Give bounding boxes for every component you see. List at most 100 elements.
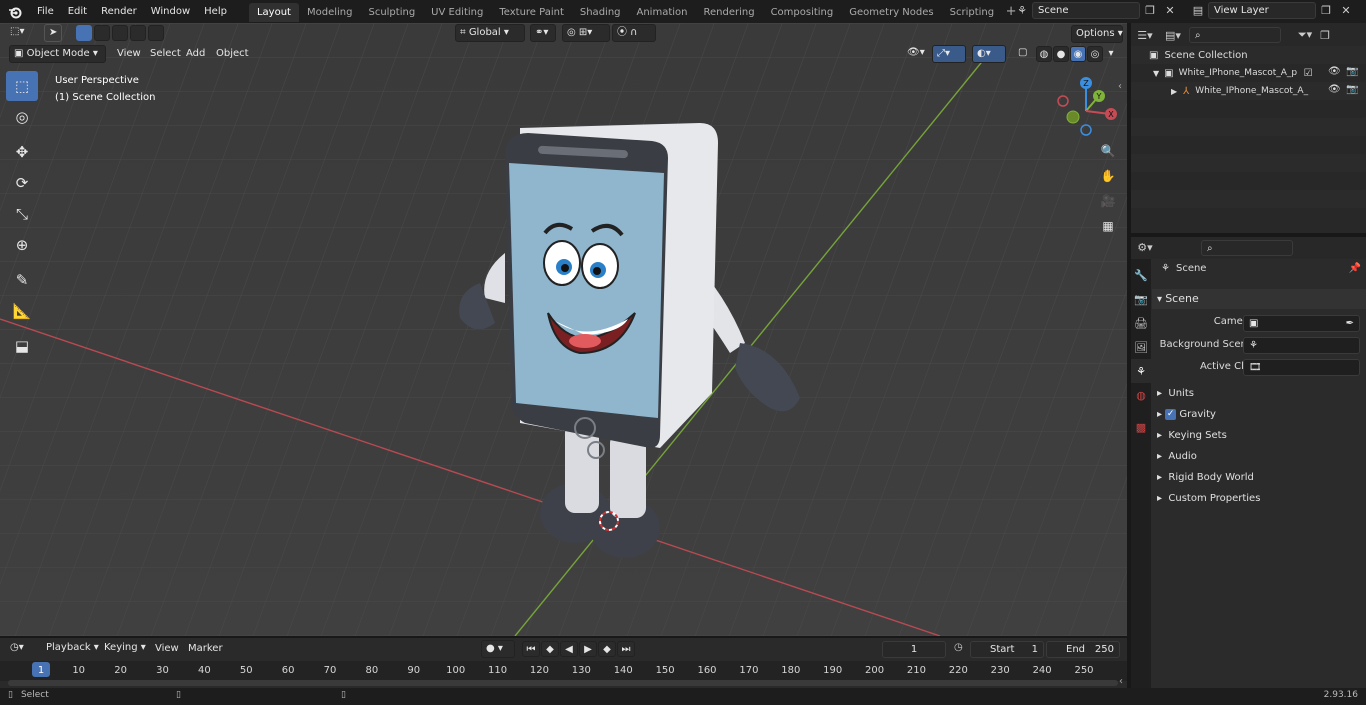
delete-scene-icon[interactable]: ✕ — [1160, 2, 1180, 19]
view-layer-tab-icon[interactable]: 🖼 — [1131, 335, 1151, 359]
new-view-layer-icon[interactable]: ❐ — [1316, 2, 1336, 19]
menu-window[interactable]: Window — [144, 0, 197, 23]
visibility-eye-icon[interactable]: 👁 — [1328, 66, 1341, 77]
viewport-menu-object[interactable]: Object — [211, 45, 254, 63]
next-keyframe-icon[interactable]: ◆ — [598, 641, 616, 657]
menu-edit[interactable]: Edit — [61, 0, 94, 23]
timeline-collapse-icon[interactable]: ‹ — [1119, 676, 1123, 687]
tab-rendering[interactable]: Rendering — [695, 3, 762, 22]
active-clip-field[interactable]: 🎞 — [1243, 359, 1360, 376]
transform-orientation-dropdown[interactable]: ⌗ Global ▾ — [455, 24, 525, 42]
scale-tool-icon[interactable]: ⤡ — [6, 199, 38, 229]
properties-editor-type-icon[interactable]: ⚙▾ — [1135, 239, 1155, 256]
expand-chevron-icon[interactable]: ▶ — [1171, 87, 1177, 96]
sidebar-toggle-icon[interactable]: ‹ — [1118, 81, 1122, 92]
timeline-editor-type-icon[interactable]: ◷▾ — [6, 640, 36, 658]
zoom-icon[interactable]: 🔍 — [1097, 140, 1119, 162]
tab-uv-editing[interactable]: UV Editing — [423, 3, 491, 22]
editor-type-icon[interactable]: ⬚▾ — [6, 24, 36, 42]
select-subtract-icon[interactable] — [112, 25, 128, 41]
display-mode-icon[interactable]: ▤▾ — [1163, 27, 1183, 44]
tab-compositing[interactable]: Compositing — [763, 3, 842, 22]
select-tool-icon[interactable]: ➤ — [44, 24, 62, 42]
tab-geometry-nodes[interactable]: Geometry Nodes — [841, 3, 941, 22]
delete-view-layer-icon[interactable]: ✕ — [1336, 2, 1356, 19]
filter-icon[interactable]: ⏷▾ — [1295, 27, 1315, 44]
object-mode-dropdown[interactable]: ▣ Object Mode ▾ — [9, 45, 106, 63]
new-scene-icon[interactable]: ❐ — [1140, 2, 1160, 19]
world-tab-icon[interactable]: ◍ — [1131, 383, 1151, 407]
rigid-body-world-panel[interactable]: ▸ Rigid Body World — [1157, 468, 1254, 488]
gizmo-toggle-icon[interactable]: ⤢▾ — [932, 45, 966, 63]
overlay-toggle-icon[interactable]: ◐▾ — [972, 45, 1006, 63]
select-intersect-icon[interactable] — [148, 25, 164, 41]
timeline-marker-menu[interactable]: Marker — [183, 640, 228, 658]
gravity-panel[interactable]: ▸ ✓ Gravity — [1157, 405, 1216, 425]
scene-name-field[interactable]: Scene — [1032, 2, 1140, 19]
exclude-checkbox[interactable]: ☑ — [1304, 68, 1313, 79]
xray-toggle-icon[interactable]: ▢ — [1014, 45, 1030, 63]
menu-help[interactable]: Help — [197, 0, 234, 23]
playback-menu[interactable]: Playback ▾ — [42, 640, 99, 658]
scene-browse-icon[interactable]: ⚘ — [1012, 2, 1032, 19]
viewport-menu-select[interactable]: Select — [145, 45, 186, 63]
rotate-tool-icon[interactable]: ⟳ — [6, 168, 38, 198]
pin-icon[interactable]: 📌 — [1349, 263, 1361, 274]
play-icon[interactable]: ▶ — [579, 641, 597, 657]
blender-logo-icon[interactable] — [0, 0, 30, 23]
units-panel[interactable]: ▸ Units — [1157, 384, 1194, 404]
outliner-editor-type-icon[interactable]: ☰▾ — [1135, 27, 1155, 44]
scene-panel-header[interactable]: ▾ Scene — [1157, 289, 1199, 309]
view-layer-field[interactable]: View Layer — [1208, 2, 1316, 19]
texture-tab-icon[interactable]: ▩ — [1131, 415, 1151, 439]
pivot-point-dropdown[interactable]: ⚭▾ — [530, 24, 556, 42]
move-tool-icon[interactable]: ✥ — [6, 137, 38, 167]
render-camera-icon[interactable]: 📷 — [1346, 84, 1358, 95]
solid-shading-icon[interactable]: ● — [1053, 46, 1069, 62]
render-tab-icon[interactable]: 📷 — [1131, 287, 1151, 311]
expand-chevron-icon[interactable]: ▼ — [1153, 69, 1159, 78]
tab-animation[interactable]: Animation — [629, 3, 696, 22]
timeline-scrollbar[interactable] — [8, 680, 1118, 686]
tab-sculpting[interactable]: Sculpting — [360, 3, 423, 22]
select-invert-icon[interactable] — [130, 25, 146, 41]
new-collection-icon[interactable]: ❐ — [1315, 27, 1335, 44]
play-reverse-icon[interactable]: ◀ — [560, 641, 578, 657]
custom-properties-panel[interactable]: ▸ Custom Properties — [1157, 489, 1260, 509]
background-scene-field[interactable]: ⚘ — [1243, 337, 1360, 354]
outliner-search-input[interactable]: ⌕ — [1189, 27, 1281, 43]
tab-layout[interactable]: Layout — [248, 3, 299, 22]
camera-view-icon[interactable]: 🎥 — [1097, 190, 1119, 212]
output-tab-icon[interactable]: 🖨 — [1131, 311, 1151, 335]
3d-viewport[interactable]: Z Y X ⬚▾ ➤ ⌗ Global ▾ ⚭▾ ◎ ⊞▾ ⦿ ∩ Option… — [0, 23, 1127, 636]
cursor-tool-icon[interactable]: ◎ — [6, 102, 38, 132]
viewport-menu-add[interactable]: Add — [181, 45, 210, 63]
audio-panel[interactable]: ▸ Audio — [1157, 447, 1197, 467]
menu-file[interactable]: File — [30, 0, 61, 23]
select-new-icon[interactable] — [76, 25, 92, 41]
outliner-row-scene-collection[interactable]: ▣ Scene Collection — [1149, 46, 1248, 64]
eyedropper-icon[interactable]: ✒ — [1346, 316, 1354, 331]
options-dropdown[interactable]: Options ▾ — [1071, 25, 1123, 43]
wireframe-shading-icon[interactable]: ◍ — [1036, 46, 1052, 62]
camera-field[interactable]: ▣ ✒ — [1243, 315, 1360, 332]
tab-scripting[interactable]: Scripting — [942, 3, 1002, 22]
visibility-eye-icon[interactable]: 👁 — [1328, 84, 1341, 95]
add-cube-tool-icon[interactable]: ⬓ — [6, 331, 38, 361]
view-layer-browse-icon[interactable]: ▤ — [1188, 2, 1208, 19]
measure-tool-icon[interactable]: 📐 — [6, 296, 38, 326]
tab-texture-paint[interactable]: Texture Paint — [491, 3, 572, 22]
visibility-icon[interactable]: 👁▾ — [903, 45, 929, 63]
start-frame-field[interactable]: Start 1 — [970, 641, 1044, 658]
preview-range-icon[interactable]: ◷ — [954, 642, 963, 653]
pan-hand-icon[interactable]: ✋ — [1097, 165, 1119, 187]
prev-keyframe-icon[interactable]: ◆ — [541, 641, 559, 657]
transform-tool-icon[interactable]: ⊕ — [6, 230, 38, 260]
select-box-tool-icon[interactable]: ⬚ — [6, 71, 38, 101]
scene-tab-icon[interactable]: ⚘ — [1131, 359, 1151, 383]
current-frame-field[interactable]: 1 — [882, 641, 946, 658]
outliner-row-armature[interactable]: ▶ ⅄ White_IPhone_Mascot_A_ — [1171, 82, 1321, 100]
render-camera-icon[interactable]: 📷 — [1346, 66, 1358, 77]
select-extend-icon[interactable] — [94, 25, 110, 41]
keying-menu[interactable]: Keying ▾ — [100, 640, 146, 658]
